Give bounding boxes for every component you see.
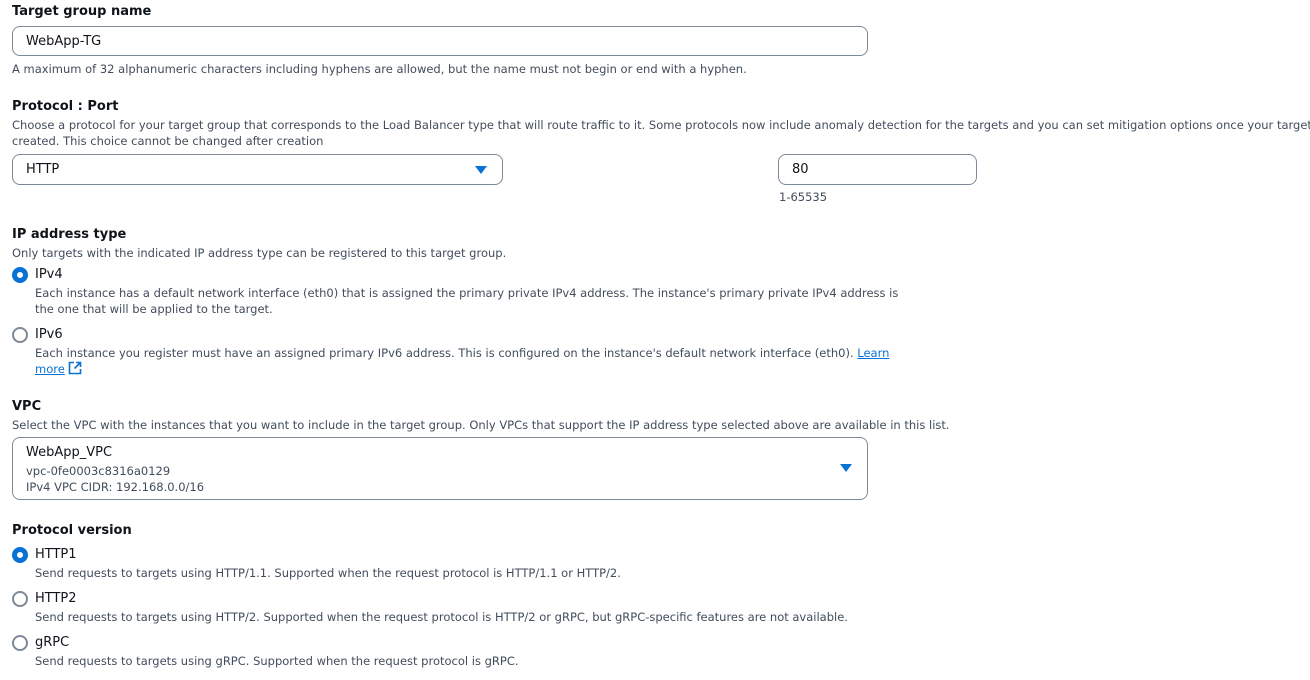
protocol-version-label: Protocol version [12, 523, 132, 538]
http1-radio[interactable] [12, 547, 28, 563]
vpc-description: Select the VPC with the instances that y… [12, 418, 950, 432]
ipv4-description-2: the one that will be applied to the targ… [35, 302, 273, 316]
target-group-name-input[interactable]: WebApp-TG [12, 26, 868, 56]
grpc-description: Send requests to targets using gRPC. Sup… [35, 654, 519, 668]
port-value: 80 [792, 162, 809, 177]
learn-more-link-part1[interactable]: Learn [857, 346, 889, 360]
caret-down-icon [840, 464, 852, 472]
protocol-select-value: HTTP [26, 162, 60, 177]
learn-more-link-line2[interactable]: more [35, 361, 82, 377]
http2-label[interactable]: HTTP2 [35, 591, 77, 607]
external-link-icon [68, 361, 82, 375]
ipv6-label[interactable]: IPv6 [35, 327, 63, 343]
grpc-radio[interactable] [12, 635, 28, 651]
ipv4-label[interactable]: IPv4 [35, 267, 63, 283]
ipv6-description-line1: Each instance you register must have an … [35, 345, 889, 361]
port-input[interactable]: 80 [778, 154, 977, 185]
ip-address-type-label: IP address type [12, 227, 127, 242]
target-group-name-hint: A maximum of 32 alphanumeric characters … [12, 62, 747, 76]
protocol-port-description-2: created. This choice cannot be changed a… [12, 134, 324, 148]
vpc-select[interactable]: WebApp_VPC vpc-0fe0003c8316a0129 IPv4 VP… [12, 437, 868, 500]
protocol-port-description-1: Choose a protocol for your target group … [12, 118, 1310, 132]
ipv4-radio[interactable] [12, 267, 28, 283]
target-group-name-value: WebApp-TG [26, 34, 102, 49]
grpc-label[interactable]: gRPC [35, 635, 69, 651]
protocol-select[interactable]: HTTP [12, 154, 503, 185]
ipv6-description-1: Each instance you register must have an … [35, 346, 854, 360]
vpc-label: VPC [12, 399, 42, 414]
ipv6-radio[interactable] [12, 327, 28, 343]
vpc-selected-name: WebApp_VPC [26, 445, 113, 460]
ipv4-description-1: Each instance has a default network inte… [35, 286, 899, 300]
ip-address-type-description: Only targets with the indicated IP addre… [12, 246, 507, 260]
caret-down-icon [475, 166, 487, 174]
vpc-selected-id: vpc-0fe0003c8316a0129 [26, 464, 171, 478]
http1-description: Send requests to targets using HTTP/1.1.… [35, 566, 621, 580]
target-group-name-label: Target group name [12, 4, 152, 19]
learn-more-link-part2[interactable]: more [35, 362, 65, 376]
http2-radio[interactable] [12, 591, 28, 607]
port-hint: 1-65535 [779, 190, 828, 204]
vpc-selected-cidr: IPv4 VPC CIDR: 192.168.0.0/16 [26, 480, 205, 494]
protocol-port-label: Protocol : Port [12, 99, 119, 114]
http1-label[interactable]: HTTP1 [35, 547, 77, 563]
http2-description: Send requests to targets using HTTP/2. S… [35, 610, 848, 624]
